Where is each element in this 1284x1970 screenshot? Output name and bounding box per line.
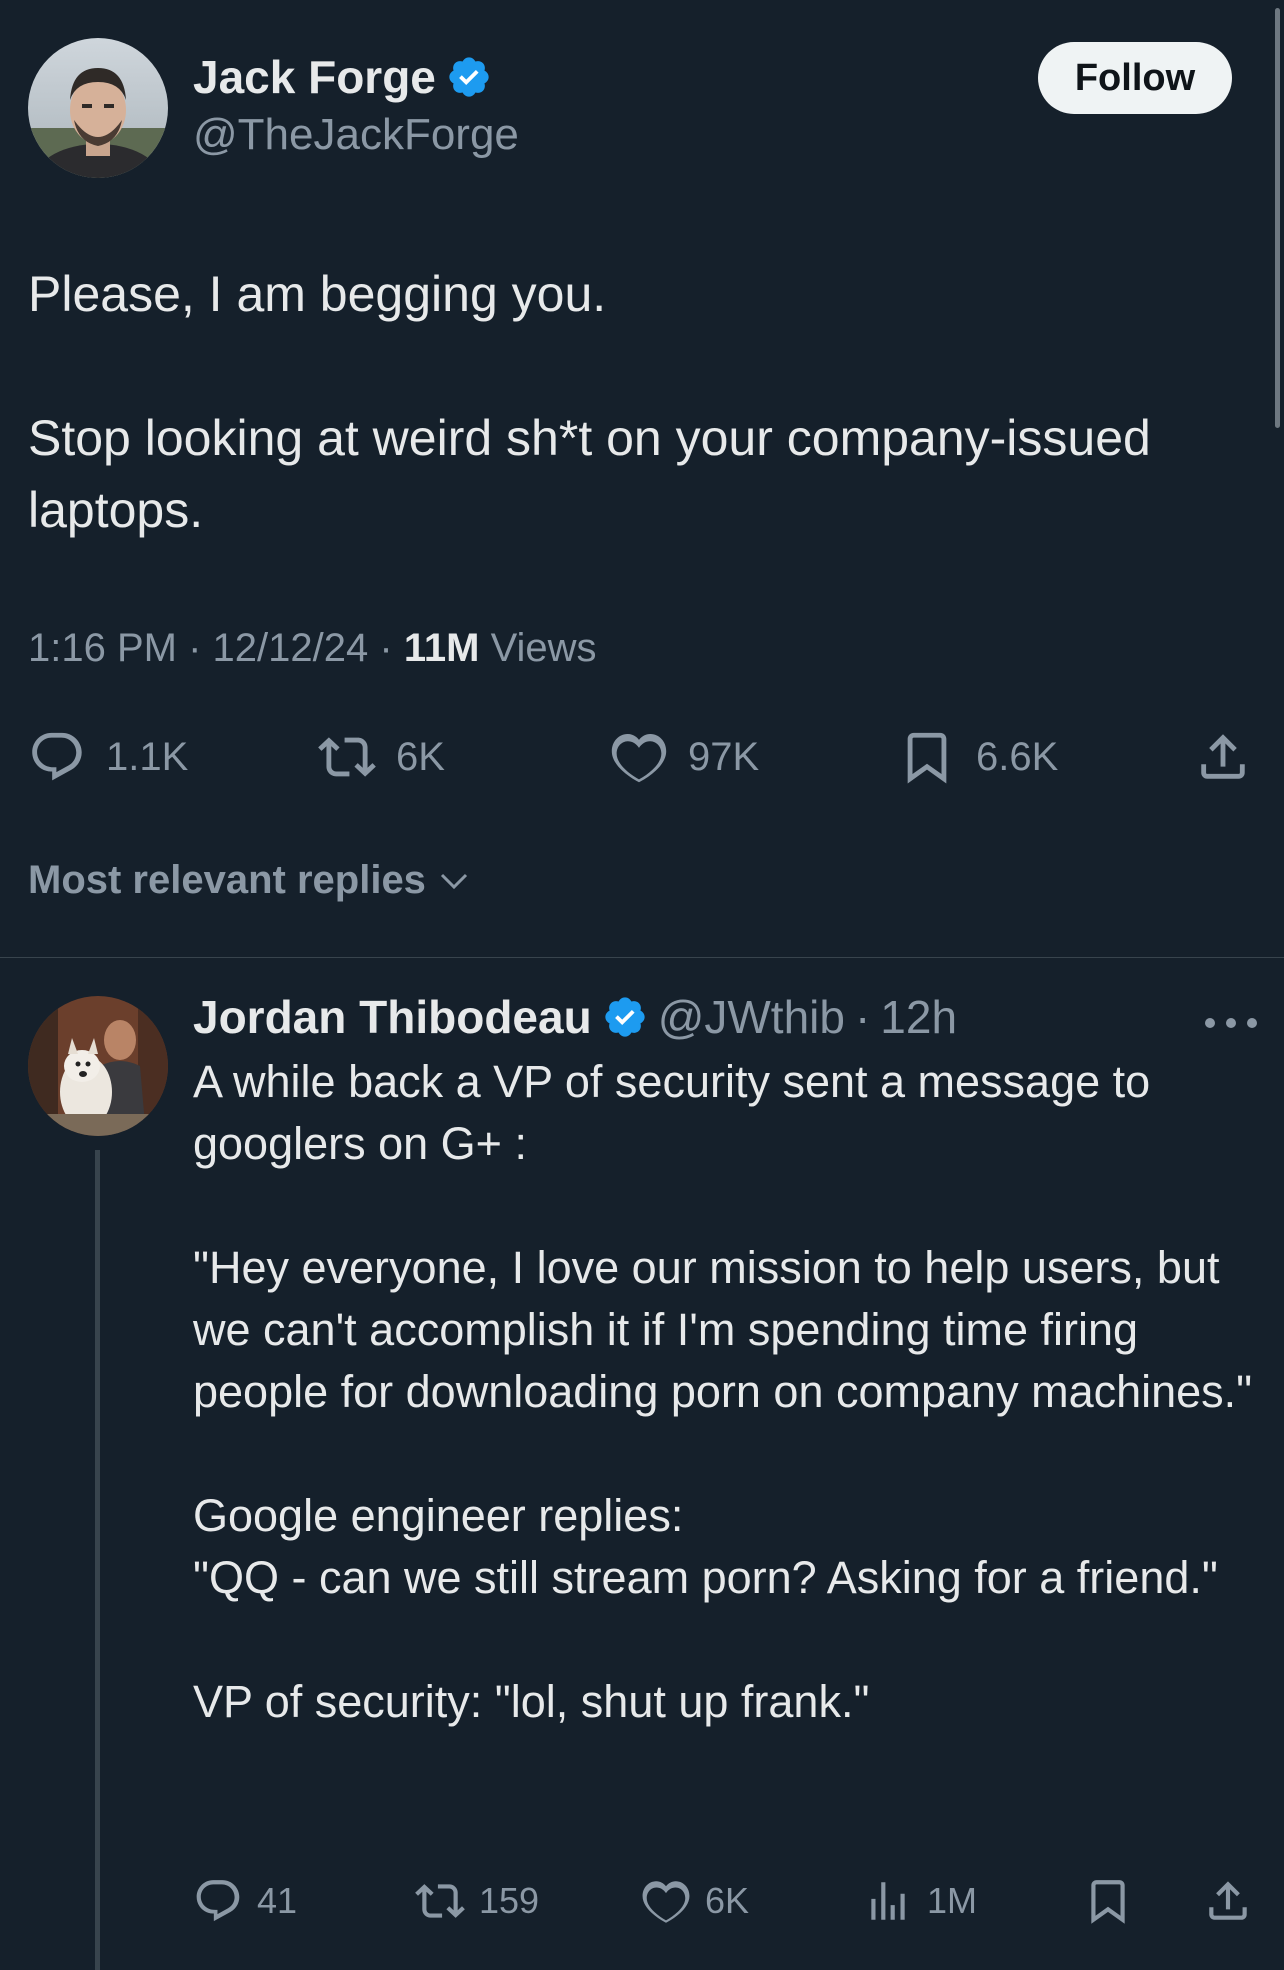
meta-separator: · [188,626,202,670]
bookmark-icon [907,732,947,784]
author-avatar[interactable] [28,38,168,178]
share-icon [1209,1881,1247,1920]
reply-author-name[interactable]: Jordan Thibodeau [193,990,592,1044]
reply-text: A while back a VP of security sent a mes… [193,1051,1253,1733]
main-tweet: Jack Forge @TheJackForge Follow Please, … [0,0,1284,958]
reply-author-avatar[interactable] [28,996,168,1136]
repost-icon [415,1884,465,1918]
verified-badge-icon [605,997,645,1037]
author-name[interactable]: Jack Forge [193,50,436,104]
reply-sort-label: Most relevant replies [28,858,426,902]
reply-paragraph: "QQ - can we still stream porn? Asking f… [193,1552,1218,1603]
tweet-meta: 1:16 PM · 12/12/24 · 11M Views [28,626,597,671]
reply-paragraph: A while back a VP of security sent a mes… [193,1056,1151,1169]
reply-action-bar: 41 159 6K 1M [193,1876,1263,1932]
repost-icon [318,737,376,777]
reply-paragraph: VP of security: "lol, shut up frank." [193,1676,870,1727]
like-count: 97K [688,734,760,779]
views-label: Views [490,626,597,670]
reply-like-button[interactable]: 6K [641,1876,749,1926]
like-button[interactable]: 97K [610,728,759,786]
heart-icon [611,734,667,783]
author-name-row[interactable]: Jack Forge [193,50,492,104]
tweet-time[interactable]: 1:16 PM [28,626,177,671]
reply-header: Jordan Thibodeau @JWthib · 12h [193,990,957,1044]
reply-author-handle[interactable]: @JWthib [658,990,845,1044]
bookmark-button[interactable]: 6.6K [898,728,1058,786]
tweet-text-line: Please, I am begging you. [28,266,607,322]
heart-icon [642,1881,690,1923]
reply-bookmark-button[interactable] [1083,1876,1133,1926]
tweet-text-line: Stop looking at weird sh*t on your compa… [28,410,1151,538]
reply-repost-button[interactable]: 159 [415,1876,539,1926]
meta-separator: · [379,626,393,670]
reply-bubble-icon [196,1880,240,1922]
reply-timestamp[interactable]: 12h [880,990,957,1044]
follow-button[interactable]: Follow [1038,42,1232,114]
bookmark-icon [1091,1880,1125,1924]
views-count: 11M [403,626,480,670]
reply-count: 1.1K [106,734,189,779]
tweet-date[interactable]: 12/12/24 [213,626,369,671]
reply-sort-dropdown[interactable]: Most relevant replies [28,858,472,903]
reply-share-button[interactable] [1203,1876,1253,1926]
reply-views-count: 1M [927,1880,978,1921]
chevron-down-icon [440,873,467,889]
reply-reply-button[interactable]: 41 [193,1876,297,1926]
reply-reply-count: 41 [257,1880,298,1921]
analytics-bars-icon [871,1882,905,1920]
share-icon [1201,734,1245,779]
reply-tweet[interactable]: Jordan Thibodeau @JWthib · 12h A while b… [0,958,1284,1970]
share-button[interactable] [1194,728,1252,786]
reply-bubble-icon [32,732,82,781]
reply-button[interactable]: 1.1K [28,728,188,786]
reply-paragraph: Google engineer replies: [193,1490,684,1541]
tweet-action-bar: 1.1K 6K 97K 6.6K [28,728,1260,792]
repost-button[interactable]: 6K [318,728,445,786]
reply-views-button[interactable]: 1M [863,1876,977,1926]
verified-badge-icon [449,57,489,97]
reply-like-count: 6K [705,1880,750,1921]
more-dots-icon[interactable] [1200,1008,1262,1038]
reply-repost-count: 159 [479,1880,540,1921]
bookmark-count: 6.6K [976,734,1059,779]
reply-paragraph: "Hey everyone, I love our mission to hel… [193,1242,1253,1417]
author-handle[interactable]: @TheJackForge [193,110,519,160]
thread-connector-line [95,1150,100,1970]
meta-separator: · [854,991,871,1043]
tweet-text: Please, I am begging you. Stop looking a… [28,258,1268,546]
repost-count: 6K [396,734,445,779]
